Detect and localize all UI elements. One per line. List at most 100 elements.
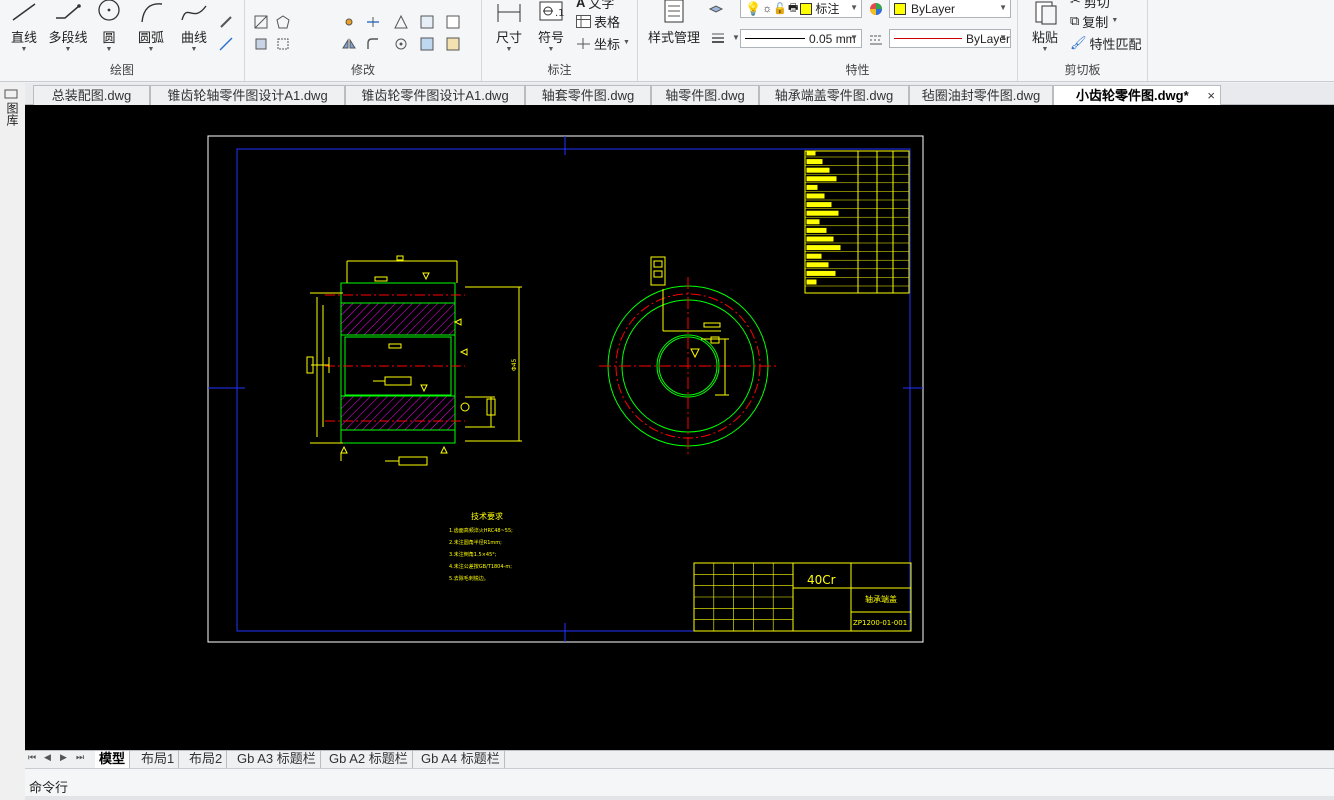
layout-tab-a3[interactable]: Gb A3 标题栏 <box>233 751 321 768</box>
style-manager-button[interactable]: 样式管理 <box>644 0 704 58</box>
line-button[interactable]: 直线 ▼ <box>4 0 44 58</box>
color-wheel-icon[interactable] <box>868 1 884 17</box>
arc-icon <box>141 3 163 23</box>
line-label: 直线 <box>10 30 37 45</box>
paste-label: 粘贴 <box>1031 30 1058 45</box>
sun-icon: ☼ <box>762 2 773 15</box>
coord-button[interactable]: 坐标 ▼ <box>576 33 630 53</box>
properties-edit-icon[interactable] <box>445 36 461 52</box>
layout-tab-model[interactable]: 模型 <box>95 751 131 768</box>
linetype-line <box>894 38 962 39</box>
arc-button[interactable]: 圆弧 ▼ <box>130 0 172 58</box>
scale-icon[interactable] <box>419 14 435 30</box>
annotate-group-title: 标注 <box>547 63 572 77</box>
layer-manager-icon[interactable] <box>708 0 724 16</box>
table-cell-mark <box>806 236 834 242</box>
region-icon[interactable] <box>253 36 269 52</box>
svg-text:.1: .1 <box>555 8 565 19</box>
lineweight-value: 0.05 mm <box>809 31 856 46</box>
circle-button[interactable]: 圆 ▼ <box>92 0 126 58</box>
material-text: 40Cr <box>807 573 836 587</box>
hatch-icon[interactable] <box>253 14 269 30</box>
table-cell-mark <box>806 253 822 259</box>
layout-tab-2[interactable]: 布局2 <box>185 751 228 768</box>
linetype-icon[interactable] <box>868 31 884 47</box>
layout-tab-1[interactable]: 布局1 <box>137 751 180 768</box>
curve-button[interactable]: 曲线 ▼ <box>174 0 214 58</box>
annotate-group: 尺寸 ▼ .1 符号 ▼ A 文字 表格 坐标 ▼ 标注 <box>482 0 638 81</box>
dimension-label: 尺寸 <box>495 30 522 45</box>
next-layout-icon[interactable]: ▶ <box>60 752 67 763</box>
polyline-label: 多段线 <box>48 30 88 45</box>
command-input-strip[interactable] <box>25 796 1334 800</box>
close-icon[interactable]: × <box>1207 86 1215 105</box>
symbol-label: 符号 <box>537 30 564 45</box>
tab-sleeve[interactable]: 轴套零件图.dwg <box>525 85 651 105</box>
lineweight-icon[interactable] <box>710 30 726 46</box>
lineweight-combo[interactable]: 0.05 mm ▼ <box>740 29 862 48</box>
symbol-icon: .1 <box>539 1 565 21</box>
rotate-icon[interactable] <box>393 36 409 52</box>
circle-label: 圆 <box>102 30 116 45</box>
library-button[interactable]: 图库 <box>4 88 20 126</box>
tab-label: 小齿轮零件图.dwg* <box>1076 88 1189 103</box>
symbol-button[interactable]: .1 符号 ▼ <box>532 0 570 58</box>
color-combo[interactable]: ByLayer ▼ <box>889 0 1011 18</box>
table-button[interactable]: 表格 <box>576 11 620 31</box>
tab-shaft[interactable]: 轴零件图.dwg <box>651 85 759 105</box>
pencil-icon[interactable] <box>218 14 234 30</box>
command-line[interactable]: 命令行 <box>25 768 1334 800</box>
lineweight-caret[interactable]: ▼ <box>732 33 740 42</box>
drawing-canvas[interactable]: Φ45 技术要求 1.齿面高频淬火HRC48~55; 2.未注圆角半径R1mm;… <box>25 105 1334 750</box>
tab-label: 轴套零件图.dwg <box>541 88 635 103</box>
layout-tab-a4[interactable]: Gb A4 标题栏 <box>417 751 505 768</box>
polyline-button[interactable]: 多段线 ▼ <box>46 0 90 58</box>
table-cell-mark <box>806 184 818 190</box>
table-cell-mark <box>806 279 817 285</box>
copy-button[interactable]: ⧉ 复制 ▼ <box>1070 11 1118 31</box>
mirror-icon[interactable] <box>341 36 357 52</box>
tab-assembly[interactable]: 总装配图.dwg <box>33 85 150 105</box>
paste-icon <box>1035 1 1057 25</box>
first-layout-icon[interactable]: ⏮ <box>28 752 36 763</box>
part-name-text: 轴承端盖 <box>865 594 897 604</box>
tab-label: 锥齿轮零件图设计A1.dwg <box>361 88 509 103</box>
lineweight-line <box>745 38 805 39</box>
prev-layout-icon[interactable]: ◀ <box>44 752 51 763</box>
match-properties-button[interactable]: 🖌 特性匹配 <box>1070 33 1142 53</box>
cut-button[interactable]: ✂ 剪切 <box>1070 0 1110 11</box>
color-swatch <box>894 2 906 15</box>
linetype-combo[interactable]: ByLayer ▼ <box>889 29 1011 48</box>
trim-icon[interactable] <box>365 14 381 30</box>
clipboard-group: 粘贴 ▼ ✂ 剪切 ⧉ 复制 ▼ 🖌 特性匹配 剪切板 <box>1018 0 1148 81</box>
tab-bearing-cap[interactable]: 轴承端盖零件图.dwg <box>759 85 909 105</box>
move-icon[interactable] <box>341 14 357 30</box>
tab-felt-seal[interactable]: 毡圈油封零件图.dwg <box>909 85 1053 105</box>
match-properties-label: 特性匹配 <box>1089 36 1142 52</box>
color-value: ByLayer <box>911 1 956 16</box>
tab-small-gear[interactable]: 小齿轮零件图.dwg* × <box>1053 85 1221 105</box>
table-cell-mark <box>806 262 829 268</box>
brush-icon: 🖌 <box>1070 35 1087 50</box>
drawing-svg: Φ45 技术要求 1.齿面高频淬火HRC48~55; 2.未注圆角半径R1mm;… <box>207 135 924 643</box>
layout-tab-a2[interactable]: Gb A2 标题栏 <box>325 751 413 768</box>
table-icon <box>576 14 591 28</box>
copy-icon: ⧉ <box>1070 13 1080 28</box>
boundary-icon[interactable] <box>275 36 291 52</box>
fillet-icon[interactable] <box>365 36 381 52</box>
paste-button[interactable]: 粘贴 ▼ <box>1026 0 1064 58</box>
tab-bevel-shaft[interactable]: 锥齿轮轴零件图设计A1.dwg <box>150 85 345 105</box>
ray-icon[interactable] <box>218 36 234 52</box>
layer-combo[interactable]: 💡 ☼ 🔓 🖶 标注 ▼ <box>740 0 862 18</box>
last-layout-icon[interactable]: ⏭ <box>76 752 84 763</box>
table-cell-mark <box>806 219 820 225</box>
explode-icon[interactable] <box>445 14 461 30</box>
parameter-table <box>804 150 910 294</box>
scissors-icon: ✂ <box>1070 0 1081 8</box>
tab-bevel-gear[interactable]: 锥齿轮零件图设计A1.dwg <box>345 85 525 105</box>
polygon-icon[interactable] <box>275 14 291 30</box>
offset-icon[interactable] <box>419 36 435 52</box>
tab-label: 轴零件图.dwg <box>665 88 745 103</box>
dimension-button[interactable]: 尺寸 ▼ <box>490 0 528 58</box>
array-icon[interactable] <box>393 14 409 30</box>
